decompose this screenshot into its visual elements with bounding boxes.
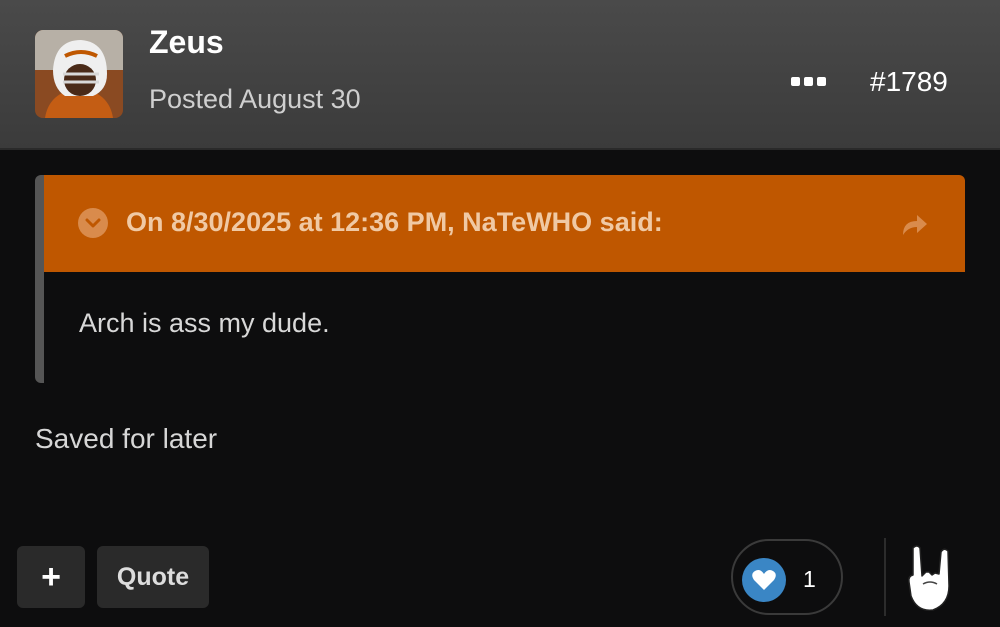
more-options-icon[interactable] bbox=[784, 64, 832, 98]
chevron-down-icon[interactable] bbox=[78, 208, 108, 238]
post-number-link[interactable]: #1789 bbox=[870, 66, 948, 98]
heart-icon bbox=[742, 558, 786, 602]
quote-block: On 8/30/2025 at 12:36 PM, NaTeWHO said: … bbox=[35, 175, 965, 383]
reaction-count: 1 bbox=[803, 566, 816, 592]
reaction-summary[interactable]: 1 bbox=[731, 539, 843, 615]
quote-text: Arch is ass my dude. bbox=[79, 308, 330, 338]
share-arrow-icon[interactable] bbox=[897, 209, 931, 239]
quote-button[interactable]: Quote bbox=[97, 546, 209, 608]
post-header: Zeus Posted August 30 #1789 bbox=[0, 0, 1000, 150]
forum-post: Zeus Posted August 30 #1789 On 8/30/2025… bbox=[0, 0, 1000, 627]
avatar[interactable] bbox=[35, 30, 123, 118]
divider bbox=[884, 538, 886, 616]
quote-citation: On 8/30/2025 at 12:36 PM, NaTeWHO said: bbox=[126, 207, 663, 237]
post-content: Saved for later bbox=[35, 423, 218, 454]
post-date: Posted August 30 bbox=[149, 84, 361, 114]
quote-header: On 8/30/2025 at 12:36 PM, NaTeWHO said: bbox=[44, 175, 965, 272]
author-name[interactable]: Zeus bbox=[149, 24, 224, 61]
multiquote-button[interactable]: + bbox=[17, 546, 85, 608]
horns-hand-icon[interactable] bbox=[903, 542, 957, 614]
